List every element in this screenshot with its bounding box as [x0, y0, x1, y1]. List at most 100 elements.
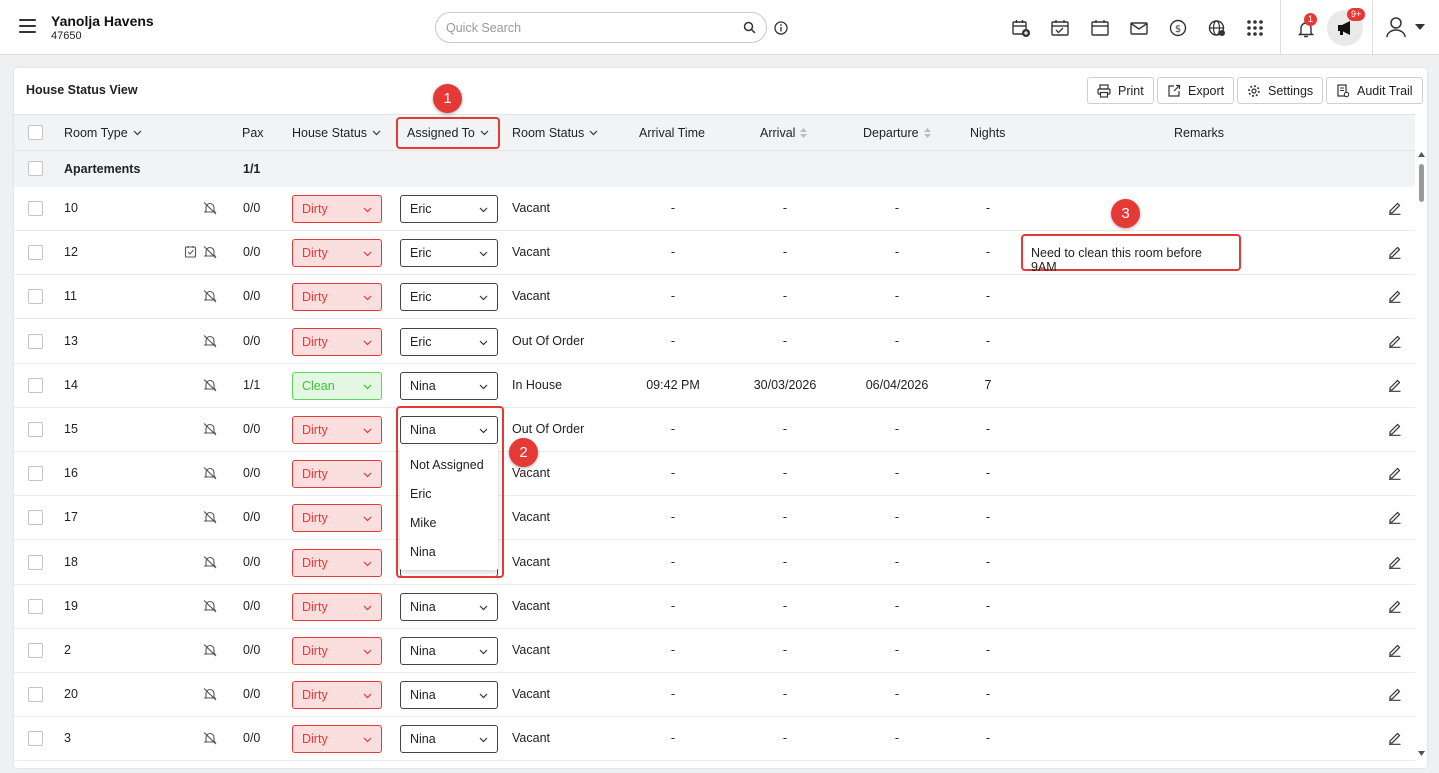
dropdown-option-not-assigned[interactable]: Not Assigned — [400, 452, 498, 481]
house-status-select[interactable]: Dirty — [292, 416, 382, 444]
house-status-value: Dirty — [302, 644, 328, 658]
row-checkbox[interactable] — [28, 201, 43, 216]
select-all-checkbox[interactable] — [28, 125, 43, 140]
row-checkbox[interactable] — [28, 333, 43, 349]
user-icon[interactable] — [1385, 16, 1407, 38]
table-row[interactable]: 16 0/0 Dirty Vacant - - - - — [14, 452, 1415, 497]
assigned-to-select[interactable]: Eric — [400, 283, 498, 312]
calendar-check-icon[interactable] — [1050, 18, 1070, 38]
row-checkbox[interactable] — [28, 245, 43, 261]
calendar-icon[interactable] — [1090, 18, 1110, 38]
table-row[interactable]: 17 0/0 Dirty Vacant - - - - — [14, 496, 1415, 541]
quick-search[interactable] — [435, 12, 767, 43]
table-row[interactable]: 13 0/0 Dirty Eric Out Of Order - - - - — [14, 320, 1415, 364]
table-row[interactable]: 20 0/0 Dirty Nina Vacant - - - - — [14, 673, 1415, 718]
house-status-select[interactable]: Dirty — [292, 592, 382, 621]
table-row[interactable]: 3 0/0 Dirty Nina Vacant - - - - — [14, 717, 1415, 762]
row-checkbox[interactable] — [28, 598, 43, 614]
edit-icon[interactable] — [1387, 686, 1402, 704]
edit-icon[interactable] — [1387, 554, 1402, 572]
assigned-to-select[interactable]: Nina — [400, 416, 498, 444]
house-status-select[interactable]: Dirty — [292, 548, 382, 577]
export-button[interactable]: Export — [1157, 77, 1235, 104]
assigned-to-select[interactable]: Eric — [400, 239, 498, 268]
row-checkbox[interactable] — [28, 554, 43, 570]
row-checkbox[interactable] — [28, 466, 43, 482]
scroll-down-icon[interactable] — [1418, 751, 1425, 756]
edit-icon[interactable] — [1387, 509, 1402, 527]
search-input[interactable] — [446, 19, 736, 37]
edit-icon[interactable] — [1387, 244, 1402, 262]
info-icon[interactable] — [774, 21, 788, 35]
house-status-select[interactable]: Dirty — [292, 681, 382, 710]
column-house-status[interactable]: House Status — [292, 126, 381, 140]
departure-value: - — [894, 554, 900, 569]
assigned-to-select[interactable]: Nina — [400, 371, 498, 400]
edit-icon[interactable] — [1387, 288, 1402, 306]
mail-icon[interactable] — [1129, 18, 1149, 38]
row-checkbox[interactable] — [28, 510, 43, 526]
table-row[interactable]: 10 0/0 Dirty Eric Vacant - - - - — [14, 187, 1415, 231]
settings-button[interactable]: Settings — [1237, 77, 1324, 104]
scrollbar[interactable] — [1416, 150, 1427, 760]
assigned-to-select[interactable]: Nina — [400, 681, 498, 710]
table-row[interactable]: 14 1/1 Clean Nina In House 09:42 PM 30/03/2026… — [14, 364, 1415, 408]
edit-icon[interactable] — [1387, 333, 1402, 351]
column-room-status[interactable]: Room Status — [512, 126, 598, 140]
table-row[interactable]: 19 0/0 Dirty Nina Vacant - - - - — [14, 585, 1415, 629]
house-status-select[interactable]: Dirty — [292, 195, 382, 223]
menu-icon[interactable] — [19, 19, 36, 33]
search-icon[interactable] — [743, 21, 756, 34]
assigned-to-select[interactable]: Nina — [400, 592, 498, 621]
house-status-select[interactable]: Dirty — [292, 327, 382, 356]
house-status-select[interactable]: Dirty — [292, 637, 382, 665]
dropdown-option-nina[interactable]: Nina — [400, 539, 498, 568]
table-row[interactable]: 11 0/0 Dirty Eric Vacant - - - - — [14, 275, 1415, 320]
edit-icon[interactable] — [1387, 730, 1402, 748]
scroll-up-icon[interactable] — [1418, 152, 1425, 157]
print-button[interactable]: Print — [1087, 77, 1154, 104]
column-assigned-to[interactable]: Assigned To — [407, 126, 489, 140]
audit-trail-button[interactable]: Audit Trail — [1326, 77, 1423, 104]
edit-icon[interactable] — [1387, 421, 1402, 439]
dropdown-option-eric[interactable]: Eric — [400, 481, 498, 510]
do-not-disturb-icon — [203, 422, 217, 439]
column-room-type[interactable]: Room Type — [64, 126, 142, 140]
house-status-select[interactable]: Dirty — [292, 239, 382, 268]
table-row[interactable]: 2 0/0 Dirty Nina Vacant - - - - — [14, 629, 1415, 673]
caret-down-icon[interactable] — [1415, 24, 1425, 30]
calendar-add-icon[interactable] — [1011, 18, 1031, 38]
column-arrival[interactable]: Arrival — [760, 126, 808, 140]
edit-icon[interactable] — [1387, 200, 1402, 218]
scrollbar-thumb[interactable] — [1419, 164, 1424, 202]
dollar-icon[interactable]: $ — [1168, 18, 1188, 38]
row-checkbox[interactable] — [28, 289, 43, 305]
table-row[interactable]: 15 0/0 Dirty Nina Out Of Order - - - - — [14, 408, 1415, 452]
row-checkbox[interactable] — [28, 643, 43, 658]
edit-icon[interactable] — [1387, 377, 1402, 395]
apps-grid-icon[interactable] — [1245, 18, 1265, 38]
table-row[interactable]: 18 0/0 Dirty Vacant - - - - — [14, 541, 1415, 585]
edit-icon[interactable] — [1387, 598, 1402, 616]
assigned-to-select[interactable]: Eric — [400, 327, 498, 356]
house-status-select[interactable]: Clean — [292, 371, 382, 400]
house-status-select[interactable]: Dirty — [292, 283, 382, 312]
row-checkbox[interactable] — [28, 377, 43, 393]
row-checkbox[interactable] — [28, 687, 43, 703]
dropdown-option-mike[interactable]: Mike — [400, 510, 498, 539]
house-status-select[interactable]: Dirty — [292, 504, 382, 533]
house-status-select[interactable]: Dirty — [292, 460, 382, 489]
column-departure[interactable]: Departure — [863, 126, 931, 140]
assigned-to-select[interactable]: Nina — [400, 637, 498, 665]
assigned-to-select[interactable]: Nina — [400, 725, 498, 754]
divider — [1280, 0, 1281, 55]
globe-icon[interactable] — [1207, 18, 1227, 38]
arrival-time-value: - — [670, 598, 676, 613]
group-checkbox[interactable] — [28, 161, 43, 176]
edit-icon[interactable] — [1387, 642, 1402, 660]
row-checkbox[interactable] — [28, 731, 43, 747]
assigned-to-select[interactable]: Eric — [400, 195, 498, 223]
house-status-select[interactable]: Dirty — [292, 725, 382, 754]
edit-icon[interactable] — [1387, 465, 1402, 483]
row-checkbox[interactable] — [28, 422, 43, 437]
